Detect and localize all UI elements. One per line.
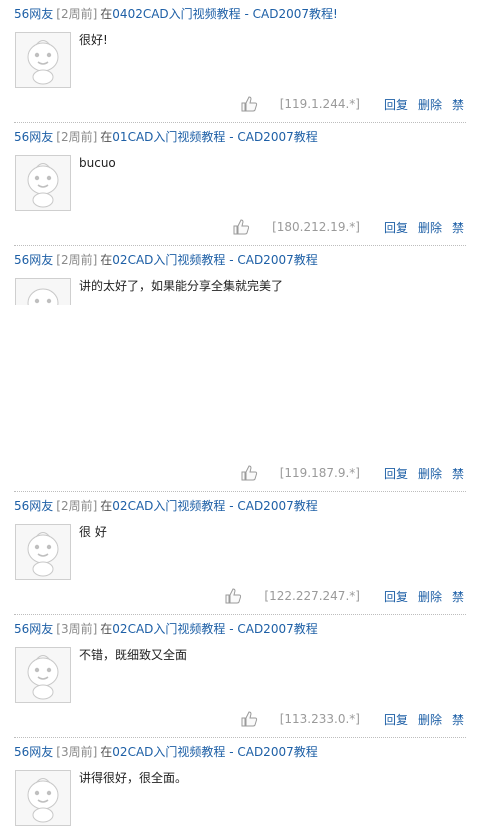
reply-link[interactable]: 回复 — [384, 465, 408, 482]
mascot-avatar-icon — [27, 163, 59, 208]
delete-link[interactable]: 删除 — [418, 465, 442, 482]
comment-text: 很好! — [79, 33, 108, 47]
comment-item: 56网友 [2周前] 在0402CAD入门视频教程 - CAD2007教程! 很好!… — [0, 0, 480, 123]
avatar[interactable] — [15, 32, 71, 88]
in-label: 在 — [100, 622, 113, 636]
video-link[interactable]: 0402CAD入门视频教程 - CAD2007教程! — [112, 7, 338, 21]
username-link[interactable]: 56网友 — [14, 7, 53, 21]
ban-link[interactable]: 禁 — [452, 588, 464, 605]
time-ago: [3周前] — [56, 622, 98, 636]
time-ago: [2周前] — [56, 499, 98, 513]
ban-link[interactable]: 禁 — [452, 96, 464, 113]
reply-link[interactable]: 回复 — [384, 96, 408, 113]
blank-region — [0, 305, 480, 435]
reply-link[interactable]: 回复 — [384, 711, 408, 728]
ip-address: [119.187.9.*] — [279, 466, 360, 480]
comment-header: 56网友 [2周前] 在0402CAD入门视频教程 - CAD2007教程! — [14, 6, 338, 22]
ip-address: [119.1.244.*] — [279, 97, 360, 111]
comment-text: 很 好 — [79, 525, 107, 539]
time-ago: [2周前] — [56, 130, 98, 144]
comment-text: 讲得很好，很全面。 — [79, 771, 188, 785]
in-label: 在 — [100, 745, 113, 759]
video-link[interactable]: 02CAD入门视频教程 - CAD2007教程 — [112, 253, 317, 267]
video-link[interactable]: 01CAD入门视频教程 - CAD2007教程 — [112, 130, 317, 144]
comment-actions: [119.1.244.*] 回复 删除 禁 — [240, 95, 464, 113]
username-link[interactable]: 56网友 — [14, 253, 53, 267]
comment-item: 56网友 [3周前] 在02CAD入门视频教程 - CAD2007教程 不错，既细致… — [0, 615, 480, 738]
avatar[interactable] — [15, 155, 71, 211]
in-label: 在 — [100, 130, 113, 144]
avatar[interactable] — [15, 524, 71, 580]
thumbs-up-icon[interactable] — [224, 587, 242, 605]
in-label: 在 — [100, 499, 113, 513]
thumbs-up-icon[interactable] — [240, 464, 258, 482]
mascot-avatar-icon — [27, 532, 59, 577]
ban-link[interactable]: 禁 — [452, 219, 464, 236]
mascot-avatar-icon — [27, 655, 59, 700]
time-ago: [2周前] — [56, 253, 98, 267]
delete-link[interactable]: 删除 — [418, 711, 442, 728]
time-ago: [3周前] — [56, 745, 98, 759]
username-link[interactable]: 56网友 — [14, 130, 53, 144]
comment-actions: [113.233.0.*] 回复 删除 禁 — [240, 710, 464, 728]
username-link[interactable]: 56网友 — [14, 622, 53, 636]
video-link[interactable]: 02CAD入门视频教程 - CAD2007教程 — [112, 745, 317, 759]
comment-header: 56网友 [3周前] 在02CAD入门视频教程 - CAD2007教程 — [14, 621, 318, 637]
avatar[interactable] — [15, 770, 71, 826]
username-link[interactable]: 56网友 — [14, 499, 53, 513]
delete-link[interactable]: 删除 — [418, 96, 442, 113]
comment-text: bucuo — [79, 156, 116, 170]
username-link[interactable]: 56网友 — [14, 745, 53, 759]
thumbs-up-icon[interactable] — [232, 218, 250, 236]
thumbs-up-icon[interactable] — [240, 95, 258, 113]
ban-link[interactable]: 禁 — [452, 711, 464, 728]
mascot-avatar-icon — [27, 778, 59, 823]
comment-actions: [122.227.247.*] 回复 删除 禁 — [224, 587, 464, 605]
video-link[interactable]: 02CAD入门视频教程 - CAD2007教程 — [112, 622, 317, 636]
comment-header: 56网友 [3周前] 在02CAD入门视频教程 - CAD2007教程 — [14, 744, 318, 760]
ip-address: [113.233.0.*] — [279, 712, 360, 726]
reply-link[interactable]: 回复 — [384, 588, 408, 605]
comment-text: 讲的太好了，如果能分享全集就完美了 — [79, 279, 284, 293]
delete-link[interactable]: 删除 — [418, 219, 442, 236]
video-link[interactable]: 02CAD入门视频教程 - CAD2007教程 — [112, 499, 317, 513]
comment-item: 56网友 [2周前] 在01CAD入门视频教程 - CAD2007教程 bucuo … — [0, 123, 480, 246]
comment-actions: [180.212.19.*] 回复 删除 禁 — [232, 218, 464, 236]
in-label: 在 — [100, 7, 113, 21]
comment-header: 56网友 [2周前] 在02CAD入门视频教程 - CAD2007教程 — [14, 498, 318, 514]
time-ago: [2周前] — [56, 7, 98, 21]
comment-actions: [119.187.9.*] 回复 删除 禁 — [240, 464, 464, 482]
avatar[interactable] — [15, 647, 71, 703]
comment-item: 56网友 [2周前] 在02CAD入门视频教程 - CAD2007教程 很 好 [1… — [0, 492, 480, 615]
comment-item: 56网友 [3周前] 在02CAD入门视频教程 - CAD2007教程 讲得很好，很… — [0, 738, 480, 835]
in-label: 在 — [100, 253, 113, 267]
ip-address: [180.212.19.*] — [272, 220, 360, 234]
comment-text: 不错，既细致又全面 — [79, 648, 188, 662]
ip-address: [122.227.247.*] — [264, 589, 360, 603]
comment-header: 56网友 [2周前] 在02CAD入门视频教程 - CAD2007教程 — [14, 252, 318, 268]
reply-link[interactable]: 回复 — [384, 219, 408, 236]
delete-link[interactable]: 删除 — [418, 588, 442, 605]
ban-link[interactable]: 禁 — [452, 465, 464, 482]
thumbs-up-icon[interactable] — [240, 710, 258, 728]
comment-header: 56网友 [2周前] 在01CAD入门视频教程 - CAD2007教程 — [14, 129, 318, 145]
mascot-avatar-icon — [27, 40, 59, 85]
